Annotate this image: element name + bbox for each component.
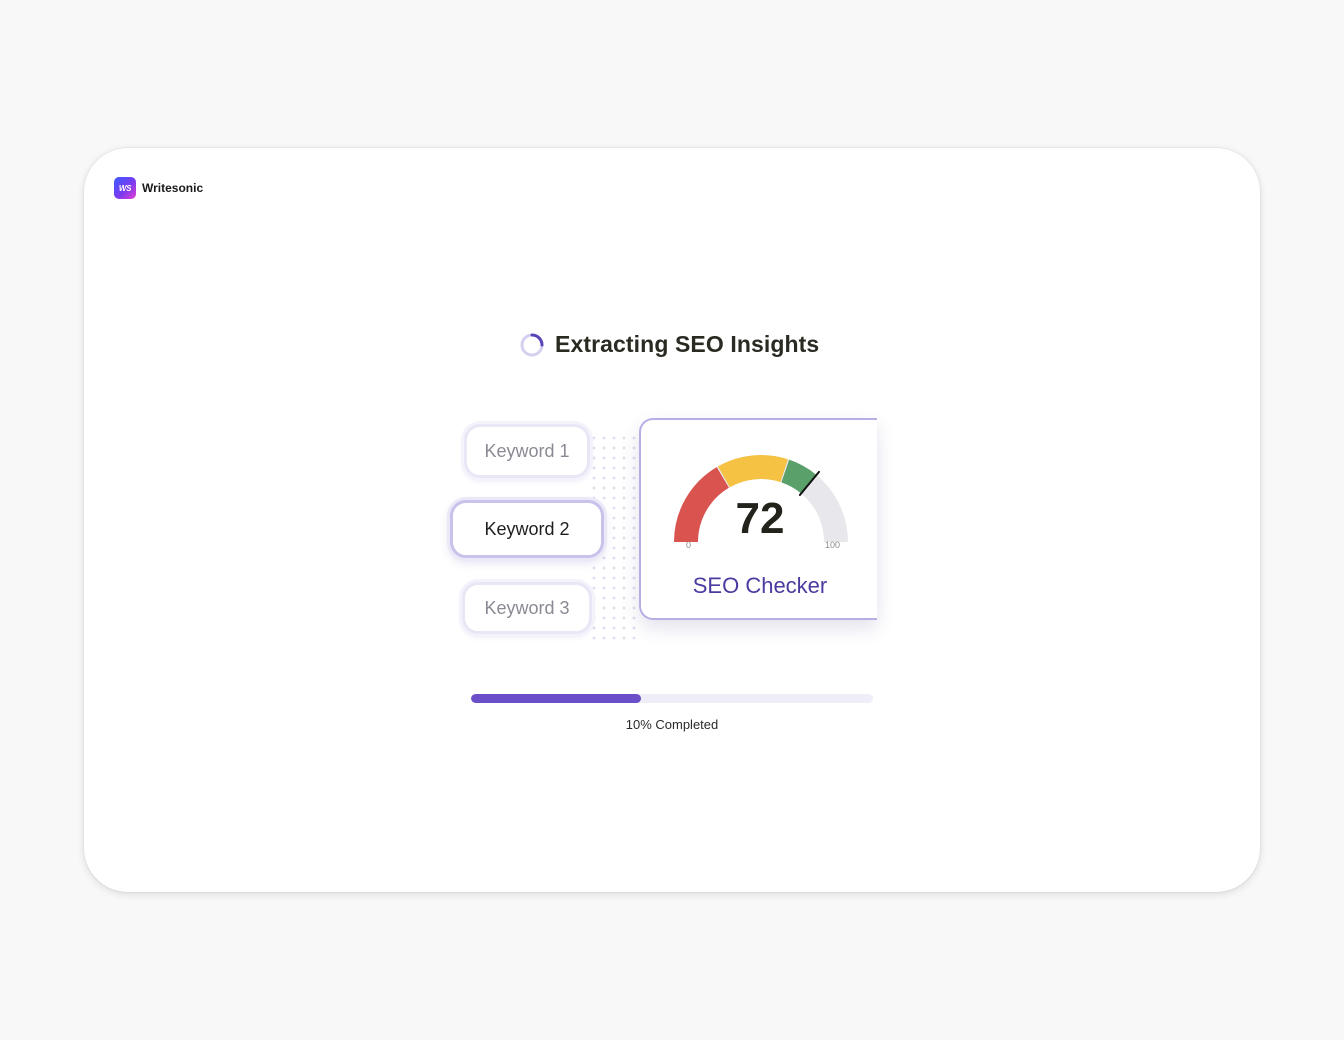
keyword-label: Keyword 1: [484, 440, 570, 461]
status-header: Extracting SEO Insights: [519, 331, 819, 358]
brand-name: Writesonic: [142, 181, 204, 195]
keyword-chip-2[interactable]: Keyword 2: [450, 500, 604, 558]
gauge-arc-high: [780, 459, 817, 494]
page-title: Extracting SEO Insights: [555, 331, 820, 357]
progress-bar-fill: [471, 694, 642, 703]
keyword-chip-3[interactable]: Keyword 3: [462, 582, 592, 634]
progress-label: 10% Completed: [625, 717, 719, 732]
seo-checker-panel: 72 0 100 SEO Checker: [639, 418, 877, 620]
seo-score-value: 72: [735, 494, 785, 543]
seo-checker-label: SEO Checker: [692, 573, 828, 598]
loading-spinner-icon: [520, 333, 544, 356]
brand-logo[interactable]: WS Writesonic: [114, 177, 203, 199]
gauge-max-label: 100: [825, 540, 841, 550]
main-card: WS Writesonic Extracting SEO Insights Ke…: [84, 148, 1260, 892]
gauge-min-label: 0: [686, 540, 692, 550]
keyword-label: Keyword 2: [484, 518, 570, 539]
gauge-arc-mid: [717, 455, 788, 488]
keyword-label: Keyword 3: [484, 597, 570, 618]
keyword-chip-1[interactable]: Keyword 1: [464, 424, 590, 478]
progress-bar: [471, 694, 873, 703]
writesonic-logo-icon: WS: [114, 177, 136, 199]
